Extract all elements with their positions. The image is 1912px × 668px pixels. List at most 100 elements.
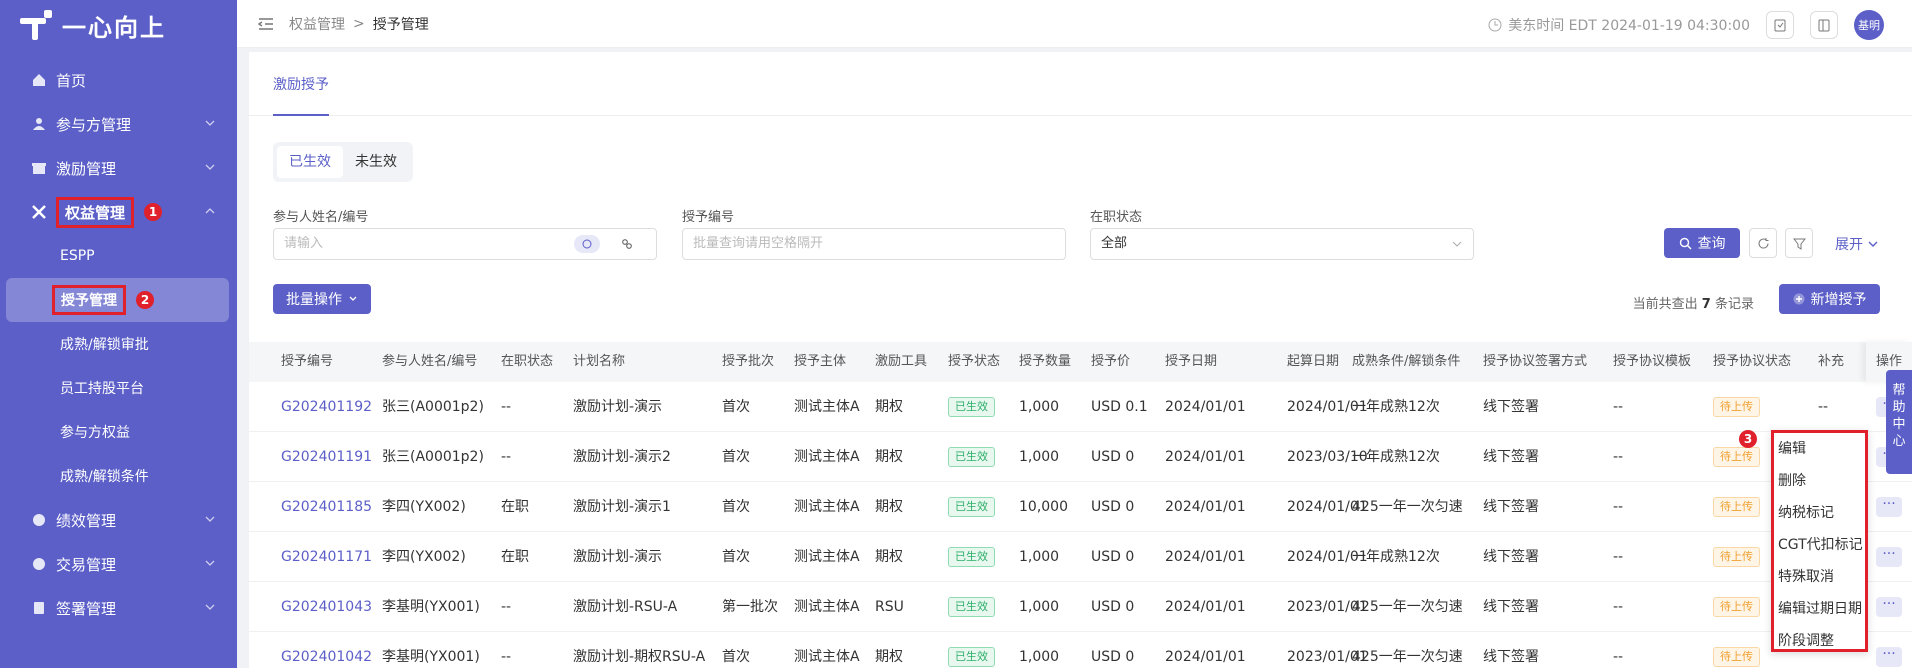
sidebar-sub-label: 授予管理 <box>52 285 126 315</box>
sidebar-sub-vesting-conditions[interactable]: 成熟/解锁条件 <box>0 454 237 498</box>
sidebar-item-label: 参与方管理 <box>56 115 132 134</box>
action-edit-expiry[interactable]: 编辑过期日期 <box>1774 593 1865 625</box>
help-center-tab[interactable]: 帮助中心 <box>1886 370 1912 474</box>
sidebar-item-label: 首页 <box>56 71 87 90</box>
status-badge: 已生效 <box>948 397 995 417</box>
batch-operation-button[interactable]: 批量操作 <box>273 284 371 314</box>
col-header: 授予价 <box>1091 354 1131 369</box>
action-special-cancel[interactable]: 特殊取消 <box>1774 561 1865 593</box>
col-header: 授予协议状态 <box>1713 354 1792 369</box>
cell-plan-name: 激励计划-RSU-A <box>573 599 678 615</box>
grant-no-input[interactable]: 批量查询请用空格隔开 <box>682 228 1066 260</box>
cell-grant-entity: 测试主体A <box>794 649 860 665</box>
more-actions-button[interactable]: ··· <box>1876 497 1902 517</box>
cell-grant-status: 已生效 <box>948 582 995 632</box>
sidebar-item-home[interactable]: 首页 <box>0 58 237 102</box>
sidebar-sub-esop-platform[interactable]: 员工持股平台 <box>0 366 237 410</box>
grant-table: 授予编号 参与人姓名/编号 在职状态 计划名称 授予批次 授予主体 激励工具 授… <box>249 342 1912 668</box>
sidebar-item-sign[interactable]: 签署管理 <box>0 586 237 630</box>
cell-grant-quantity: 1,000 <box>1019 649 1060 665</box>
participant-input[interactable]: 请输入 <box>273 228 657 260</box>
sidebar-sub-espp[interactable]: ESPP <box>0 234 237 278</box>
cell-grant-no[interactable]: G202401042 <box>281 632 372 668</box>
collapse-menu-icon[interactable] <box>257 15 275 33</box>
sidebar-item-incentive[interactable]: 激励管理 <box>0 146 237 190</box>
action-edit[interactable]: 编辑 <box>1774 433 1865 465</box>
step-badge: 3 <box>1739 430 1757 448</box>
sidebar-item-participants[interactable]: 参与方管理 <box>0 102 237 146</box>
cell-employment-status: 在职 <box>501 549 529 565</box>
action-cgt-mark[interactable]: CGT代扣标记 <box>1774 529 1865 561</box>
logo[interactable]: 一心向上 <box>0 0 237 50</box>
timezone-clock: 美东时间 EDT 2024-01-19 04:30:00 <box>1488 15 1750 35</box>
logo-mark-icon <box>20 10 54 40</box>
sidebar-sub-grant-management[interactable]: 授予管理 2 <box>6 278 229 322</box>
cell-incentive-tool: 期权 <box>875 649 903 665</box>
more-actions-button[interactable]: ··· <box>1876 647 1902 667</box>
chevron-down-icon <box>205 164 215 170</box>
agreement-status-badge: 待上传 <box>1713 597 1760 617</box>
cell-grant-no[interactable]: G202401171 <box>281 532 372 582</box>
cell-signing-method: 线下签署 <box>1483 649 1539 665</box>
batch-label: 批量操作 <box>286 292 342 308</box>
sidebar-sub-vesting-approval[interactable]: 成熟/解锁审批 <box>0 322 237 366</box>
breadcrumb-separator: > <box>353 15 365 32</box>
employment-status-label: 在职状态 <box>1090 210 1143 225</box>
action-stage-adjust[interactable]: 阶段调整 <box>1774 625 1865 657</box>
col-header: 计划名称 <box>573 354 626 369</box>
filter-button[interactable] <box>1785 228 1813 258</box>
add-grant-button[interactable]: 新增授予 <box>1779 284 1880 314</box>
col-header: 激励工具 <box>875 354 928 369</box>
breadcrumb-parent[interactable]: 权益管理 <box>289 14 345 34</box>
sidebar-item-label: 激励管理 <box>56 159 117 178</box>
sidebar-item-trade[interactable]: 交易管理 <box>0 542 237 586</box>
cell-grant-no[interactable]: G202401192 <box>281 382 372 432</box>
count-prefix: 当前共查出 <box>1632 297 1698 312</box>
status-badge: 已生效 <box>948 647 995 667</box>
book-button[interactable] <box>1810 11 1838 39</box>
cell-signing-method: 线下签署 <box>1483 499 1539 515</box>
avatar[interactable]: 基明 <box>1854 10 1884 40</box>
cell-grant-no[interactable]: G202401043 <box>281 582 372 632</box>
cell-grant-status: 已生效 <box>948 482 995 532</box>
reset-button[interactable] <box>1749 228 1777 258</box>
help-center-label: 帮助中心 <box>1892 383 1906 449</box>
clipboard-button[interactable] <box>1766 11 1794 39</box>
more-actions-button[interactable]: ··· <box>1876 547 1902 567</box>
cell-grant-date: 2024/01/01 <box>1165 499 1246 515</box>
cell-grant-batch: 首次 <box>722 549 750 565</box>
action-delete[interactable]: 删除 <box>1774 465 1865 497</box>
segment-not-effective[interactable]: 未生效 <box>343 146 409 178</box>
cell-incentive-tool: 期权 <box>875 399 903 415</box>
cell-grant-price: USD 0 <box>1091 449 1135 465</box>
segment-effective[interactable]: 已生效 <box>277 146 343 178</box>
batch-icon[interactable] <box>614 235 640 253</box>
chevron-down-icon <box>205 604 215 610</box>
sidebar-item-performance[interactable]: 绩效管理 <box>0 498 237 542</box>
cell-plan-name: 激励计划-期权RSU-A <box>573 649 706 665</box>
cell-grant-date: 2024/01/01 <box>1165 549 1246 565</box>
cell-grant-status: 已生效 <box>948 532 995 582</box>
sidebar-item-equity[interactable]: 权益管理 1 <box>0 190 237 234</box>
query-button[interactable]: 查询 <box>1664 228 1740 258</box>
col-header: 授予数量 <box>1019 354 1072 369</box>
person-search-icon[interactable] <box>574 235 600 253</box>
plus-circle-icon <box>1793 293 1804 305</box>
action-tax-mark[interactable]: 纳税标记 <box>1774 497 1865 529</box>
table-body: G202401192 张三(A0001p2) -- 激励计划-演示 首次 测试主体A 期权已… <box>249 382 1912 668</box>
cell-grant-no[interactable]: G202401191 <box>281 432 372 482</box>
cell-grant-no[interactable]: G202401185 <box>281 482 372 532</box>
cell-grant-price: USD 0 <box>1091 499 1135 515</box>
cell-grant-batch: 首次 <box>722 399 750 415</box>
sidebar-sub-participant-equity[interactable]: 参与方权益 <box>0 410 237 454</box>
more-actions-button[interactable]: ··· <box>1876 597 1902 617</box>
tab-incentive-grant[interactable]: 激励授予 <box>273 74 329 94</box>
cell-grant-date: 2024/01/01 <box>1165 649 1246 665</box>
employment-status-select[interactable]: 全部 <box>1090 228 1474 260</box>
cell-participant: 李四(YX002) <box>382 499 466 515</box>
expand-button[interactable]: 展开 <box>1835 234 1879 254</box>
cell-agreement-template: -- <box>1613 649 1624 665</box>
sidebar: 一心向上 首页 参与方管理 激励管理 权益管理 1 ESPP 授予管理 2 成熟… <box>0 0 237 668</box>
agreement-status-badge: 待上传 <box>1713 647 1760 667</box>
col-header: 授予协议签署方式 <box>1483 354 1588 369</box>
